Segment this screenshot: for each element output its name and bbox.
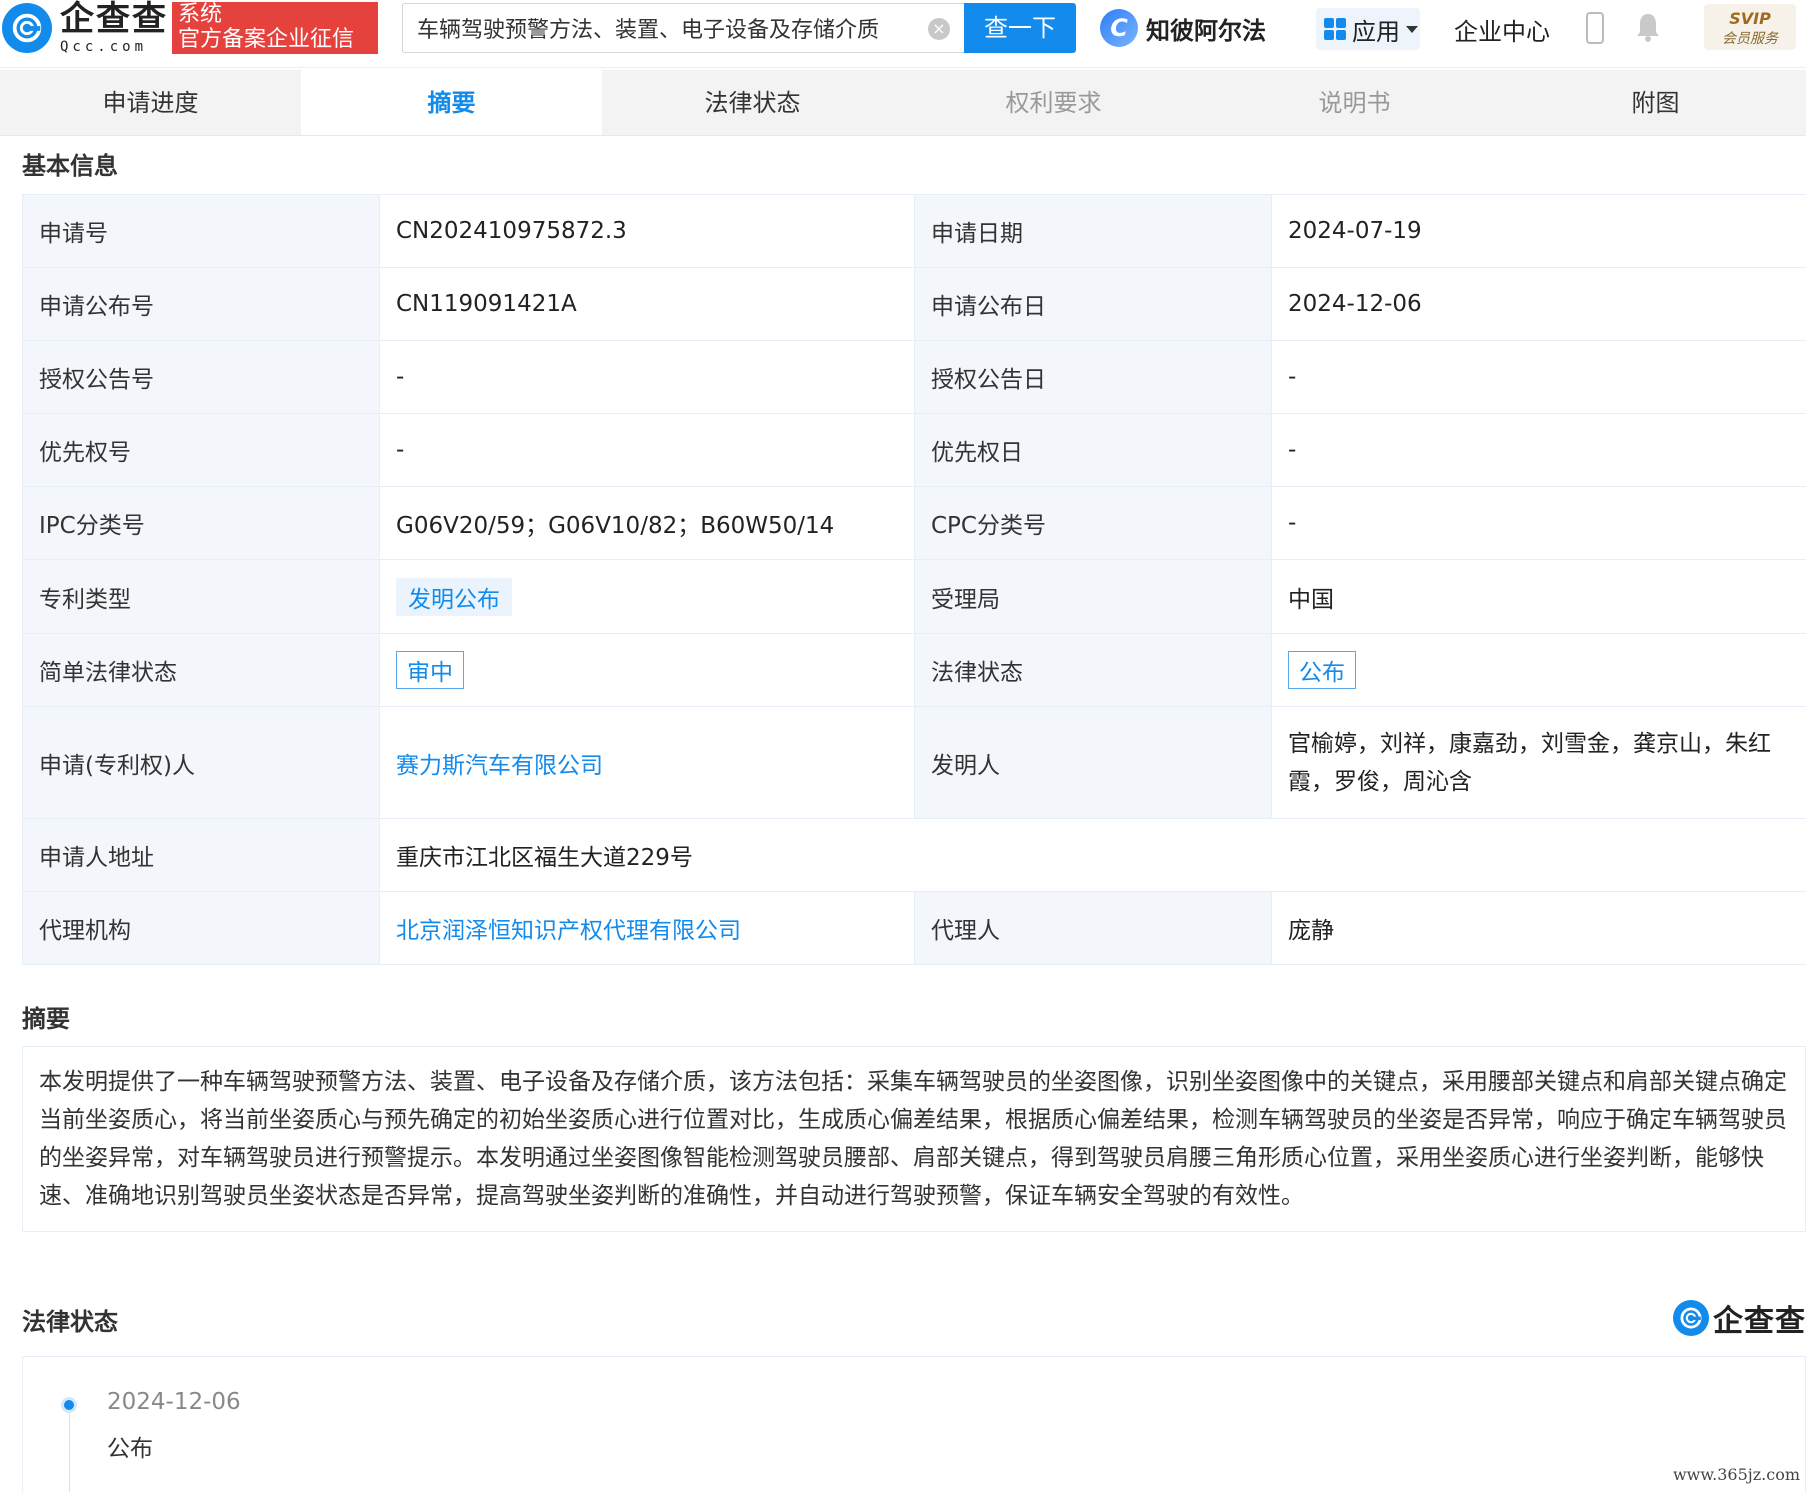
label-applicant-address: 申请人地址 (22, 818, 380, 892)
logo-cn-text: 企查查 (60, 0, 168, 39)
value-applicant-cell: 赛力斯汽车有限公司 (379, 706, 915, 819)
apps-grid-icon (1324, 18, 1346, 40)
label-inventors: 发明人 (914, 706, 1272, 819)
value-legal-status-cell: 公布 (1271, 633, 1806, 707)
table-row: 专利类型 发明公布 受理局 中国 (22, 559, 1806, 634)
table-row: 简单法律状态 审中 法律状态 公布 (22, 633, 1806, 707)
qcc-logo-icon (2, 3, 52, 53)
search-button[interactable]: 查一下 (964, 3, 1076, 53)
table-row: IPC分类号 G06V20/59；G06V10/82；B60W50/14 CPC… (22, 486, 1806, 560)
label-cpc: CPC分类号 (914, 486, 1272, 560)
svip-button[interactable]: SVIP 会员服务 (1704, 4, 1796, 50)
value-priority-date: - (1271, 413, 1806, 487)
value-receiving-office: 中国 (1271, 559, 1806, 634)
value-simple-legal-status-cell: 审中 (379, 633, 915, 707)
value-application-number: CN202410975872.3 (379, 194, 915, 268)
ai-assistant-label: 知彼阿尔法 (1146, 16, 1266, 45)
label-receiving-office: 受理局 (914, 559, 1272, 634)
timeline-line (69, 1401, 70, 1492)
abstract-text: 本发明提供了一种车辆驾驶预警方法、装置、电子设备及存储介质，该方法包括：采集车辆… (22, 1046, 1806, 1232)
simple-legal-status-tag: 审中 (396, 651, 464, 689)
label-priority-number: 优先权号 (22, 413, 380, 487)
badge-line2: 官方备案企业征信 (178, 27, 355, 52)
svip-label: SVIP (1729, 9, 1771, 28)
table-row: 申请人地址 重庆市江北区福生大道229号 (22, 818, 1806, 892)
label-application-date: 申请日期 (914, 194, 1272, 268)
qcc-watermark-logo: 企查查 (1673, 1296, 1806, 1340)
basic-info-title: 基本信息 (22, 152, 118, 180)
tab-progress[interactable]: 申请进度 (0, 70, 301, 135)
tab-description[interactable]: 说明书 (1204, 70, 1505, 135)
value-publication-number: CN119091421A (379, 267, 915, 341)
tab-legal-status[interactable]: 法律状态 (602, 70, 903, 135)
badge-line1: 系统 (178, 2, 223, 27)
value-agency-cell: 北京润泽恒知识产权代理有限公司 (379, 891, 915, 965)
label-publication-date: 申请公布日 (914, 267, 1272, 341)
applicant-link[interactable]: 赛力斯汽车有限公司 (396, 753, 603, 779)
qcc-logo[interactable]: 企查查 Qcc.com (0, 0, 168, 56)
site-watermark: www.365jz.com (1672, 1465, 1800, 1484)
label-grant-date: 授权公告日 (914, 340, 1272, 414)
table-row: 申请(专利权)人 赛力斯汽车有限公司 发明人 官榆婷，刘祥，康嘉劲，刘雪金，龚京… (22, 706, 1806, 819)
value-application-date: 2024-07-19 (1271, 194, 1806, 268)
label-agent: 代理人 (914, 891, 1272, 965)
value-priority-number: - (379, 413, 915, 487)
label-agency: 代理机构 (22, 891, 380, 965)
table-row: 申请公布号 CN119091421A 申请公布日 2024-12-06 (22, 267, 1806, 341)
logo-en-text: Qcc.com (60, 39, 148, 55)
ai-assistant-button[interactable]: C 知彼阿尔法 (1100, 5, 1280, 51)
label-priority-date: 优先权日 (914, 413, 1272, 487)
clear-icon[interactable]: × (928, 18, 950, 40)
value-patent-type-cell: 发明公布 (379, 559, 915, 634)
label-legal-status: 法律状态 (914, 633, 1272, 707)
table-row: 优先权号 - 优先权日 - (22, 413, 1806, 487)
table-row: 申请号 CN202410975872.3 申请日期 2024-07-19 (22, 194, 1806, 268)
timeline-dot (61, 1397, 77, 1413)
tab-abstract[interactable]: 摘要 (301, 70, 602, 135)
timeline-status: 公布 (107, 1436, 153, 1462)
legal-status-title: 法律状态 (22, 1308, 118, 1336)
patent-tabs: 申请进度 摘要 法律状态 权利要求 说明书 附图 (0, 70, 1806, 136)
label-ipc: IPC分类号 (22, 486, 380, 560)
chevron-down-icon (1406, 25, 1418, 33)
label-publication-number: 申请公布号 (22, 267, 380, 341)
legal-status-tag: 公布 (1288, 651, 1356, 689)
qcc-watermark-text: 企查查 (1713, 1304, 1806, 1339)
label-applicant: 申请(专利权)人 (22, 706, 380, 819)
label-simple-legal-status: 简单法律状态 (22, 633, 380, 707)
search-input-value: 车辆驾驶预警方法、装置、电子设备及存储介质 (417, 18, 880, 43)
timeline-date: 2024-12-06 (107, 1389, 241, 1415)
abstract-title: 摘要 (22, 1005, 70, 1033)
value-applicant-address: 重庆市江北区福生大道229号 (379, 818, 1806, 892)
value-grant-date: - (1271, 340, 1806, 414)
agency-link[interactable]: 北京润泽恒知识产权代理有限公司 (396, 918, 741, 944)
label-application-number: 申请号 (22, 194, 380, 268)
label-grant-number: 授权公告号 (22, 340, 380, 414)
bell-icon[interactable] (1636, 12, 1660, 42)
value-cpc: - (1271, 486, 1806, 560)
ai-logo-icon: C (1100, 9, 1138, 47)
patent-type-tag: 发明公布 (396, 577, 512, 616)
search-input[interactable]: 车辆驾驶预警方法、装置、电子设备及存储介质 × (402, 3, 964, 53)
value-inventors: 官榆婷，刘祥，康嘉劲，刘雪金，龚京山，朱红霞，罗俊，周沁含 (1271, 706, 1806, 819)
legal-status-timeline: 2024-12-06 公布 (22, 1356, 1806, 1492)
value-publication-date: 2024-12-06 (1271, 267, 1806, 341)
top-header: 企查查 Qcc.com 系统 官方备案企业征信 车辆驾驶预警方法、装置、电子设备… (0, 0, 1806, 68)
value-ipc: G06V20/59；G06V10/82；B60W50/14 (379, 486, 915, 560)
svip-sublabel: 会员服务 (1722, 31, 1778, 47)
value-grant-number: - (379, 340, 915, 414)
apps-menu-button[interactable]: 应用 (1316, 8, 1420, 50)
table-row: 授权公告号 - 授权公告日 - (22, 340, 1806, 414)
apps-label: 应用 (1352, 17, 1400, 46)
tab-claims[interactable]: 权利要求 (903, 70, 1204, 135)
official-badge: 系统 官方备案企业征信 (172, 2, 378, 54)
qcc-logo-icon (1673, 1300, 1709, 1336)
label-patent-type: 专利类型 (22, 559, 380, 634)
tab-figures[interactable]: 附图 (1505, 70, 1806, 135)
basic-info-table: 申请号 CN202410975872.3 申请日期 2024-07-19 申请公… (22, 194, 1806, 965)
enterprise-center-link[interactable]: 企业中心 (1454, 12, 1550, 47)
mobile-phone-icon[interactable] (1586, 12, 1604, 44)
value-agent: 庞静 (1271, 891, 1806, 965)
table-row: 代理机构 北京润泽恒知识产权代理有限公司 代理人 庞静 (22, 891, 1806, 965)
